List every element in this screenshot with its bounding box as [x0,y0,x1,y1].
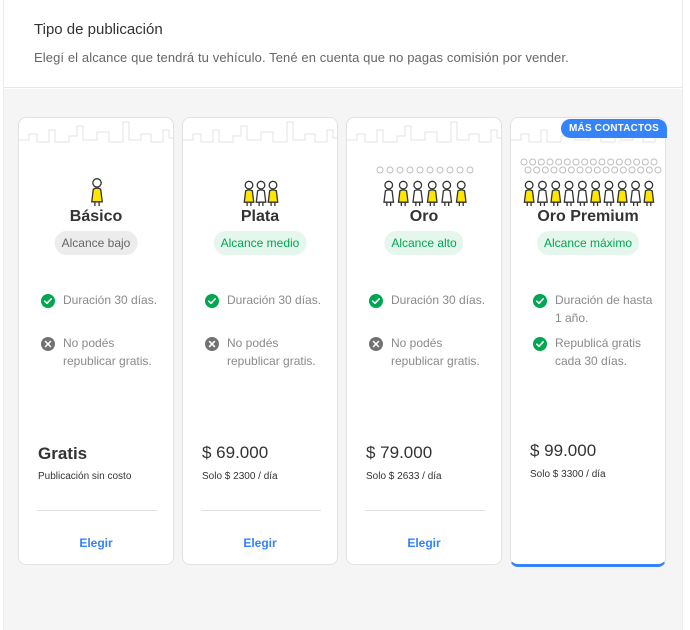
feature-item: No podés republicar gratis. [205,336,329,370]
panel-header: Tipo de publicación Elegí el alcance que… [4,0,682,88]
feature-text: No podés republicar gratis. [391,336,480,368]
skyline-illustration [19,121,173,143]
people-icon [243,180,279,206]
feature-text: Duración 30 días. [63,293,158,307]
plan-price: $ 69.000 [202,443,269,462]
page-subtitle: Elegí el alcance que tendrá tu vehículo.… [34,50,569,65]
feature-text: No podés republicar gratis. [63,336,152,368]
plan-price: Gratis [38,444,88,463]
promo-badge: MÁS CONTACTOS [561,119,668,138]
plan-name: Oro [409,208,439,225]
x-circle-icon [369,337,383,351]
check-circle-icon [369,294,383,308]
plan-price-note: Solo $ 3300 / día [530,469,606,480]
x-circle-icon [41,337,55,351]
feature-text: Duración de hasta 1 año. [555,293,653,325]
feature-text: Duración 30 días. [391,293,486,307]
x-circle-icon [205,337,219,351]
choose-button[interactable]: Elegir [183,536,337,550]
feature-item: Duración 30 días. [41,293,165,309]
check-circle-icon [41,294,55,308]
skyline-illustration [347,121,501,143]
reach-badge: Alcance máximo [536,231,640,255]
people-icon [91,178,103,206]
skyline-illustration [183,121,337,143]
plan-name: Plata [240,208,280,225]
reach-badge: Alcance alto [384,231,464,255]
plan-card-oro-premium[interactable]: Oro Premium Alcance máximo Duración de h… [510,117,666,567]
feature-item: Duración 30 días. [205,293,329,309]
choose-button[interactable]: Elegir [347,536,501,550]
plan-price-note: Solo $ 2300 / día [202,471,278,482]
reach-badge: Alcance bajo [54,231,138,255]
divider [37,510,157,511]
plan-price-note: Solo $ 2633 / día [366,471,442,482]
feature-item: Duración de hasta 1 año. [533,293,657,327]
page-title: Tipo de publicación [34,21,163,38]
people-icon [376,166,474,206]
reach-badge: Alcance medio [213,231,307,255]
feature-item: No podés republicar gratis. [41,336,165,370]
feature-text: Republicá gratis cada 30 días. [555,336,642,368]
feature-item: Duración 30 días. [369,293,493,309]
plan-price: $ 99.000 [530,441,597,460]
plan-card-plata[interactable]: Plata Alcance medio Duración 30 días. No… [182,117,338,565]
people-icon [520,158,662,206]
plan-card-basico[interactable]: Básico Alcance bajo Duración 30 días. No… [18,117,174,565]
plan-price: $ 79.000 [366,443,433,462]
divider [365,510,485,511]
plan-card-oro[interactable]: Oro Alcance alto Duración 30 días. No po… [346,117,502,565]
feature-text: No podés republicar gratis. [227,336,316,368]
choose-button[interactable]: Elegir [19,536,173,550]
plan-name: Básico [69,208,123,225]
check-circle-icon [205,294,219,308]
plan-name: Oro Premium [537,208,639,225]
feature-item: Republicá gratis cada 30 días. [533,336,657,370]
check-circle-icon [533,337,547,351]
feature-text: Duración 30 días. [227,293,322,307]
feature-item: No podés republicar gratis. [369,336,493,370]
check-circle-icon [533,294,547,308]
divider [201,510,321,511]
plan-price-note: Publicación sin costo [38,471,132,482]
